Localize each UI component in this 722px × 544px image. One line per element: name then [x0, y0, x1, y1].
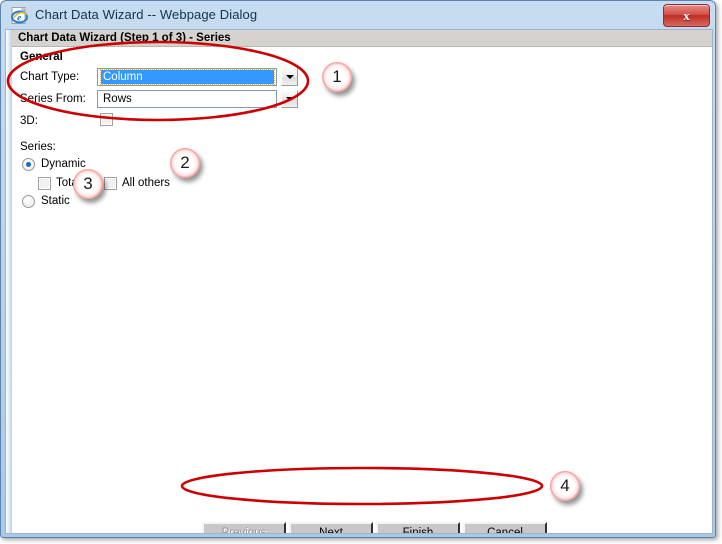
- next-button-label: Next: [319, 527, 343, 534]
- series-section-label: Series:: [20, 141, 56, 153]
- window-title: Chart Data Wizard -- Webpage Dialog: [35, 7, 258, 22]
- series-static-radio[interactable]: [22, 195, 35, 208]
- series-from-value: Rows: [103, 93, 132, 105]
- chart-type-dropdown-arrow-button[interactable]: [281, 68, 298, 86]
- annotation-badge-3-label: 3: [83, 174, 93, 193]
- wizard-form: General Chart Type: Column Series From: …: [12, 47, 712, 534]
- series-from-select[interactable]: Rows: [97, 90, 277, 108]
- three-d-checkbox[interactable]: [100, 113, 113, 126]
- chevron-down-icon: [285, 75, 294, 79]
- series-all-others-checkbox[interactable]: [104, 177, 117, 190]
- screenshot-root: e Chart Data Wizard -- Webpage Dialog x …: [0, 0, 722, 544]
- annotation-badge-1: 1: [322, 62, 352, 92]
- general-section-label: General: [20, 51, 63, 63]
- close-button[interactable]: x: [663, 4, 710, 27]
- chart-type-select[interactable]: Column: [97, 68, 277, 86]
- series-total-checkbox[interactable]: [38, 177, 51, 190]
- chevron-down-icon: [285, 97, 294, 101]
- dialog-client-area: Chart Data Wizard (Step 1 of 3) - Series…: [5, 29, 713, 534]
- previous-button[interactable]: Previous: [202, 522, 286, 534]
- next-button[interactable]: Next: [289, 522, 373, 534]
- wizard-step-header: Chart Data Wizard (Step 1 of 3) - Series: [12, 30, 712, 47]
- finish-button-label: Finish: [402, 527, 434, 534]
- annotation-badge-4-label: 4: [560, 476, 570, 495]
- annotation-badge-1-label: 1: [332, 67, 342, 86]
- cancel-button[interactable]: Cancel: [463, 522, 547, 534]
- annotation-badge-3: 3: [73, 169, 103, 199]
- chart-type-label: Chart Type:: [20, 71, 80, 83]
- close-icon: x: [683, 8, 690, 23]
- chart-type-value: Column: [100, 69, 275, 85]
- cancel-button-label: Cancel: [487, 527, 523, 534]
- annotation-badge-2: 2: [170, 148, 200, 178]
- wizard-step-title: Chart Data Wizard (Step 1 of 3) - Series: [18, 32, 231, 44]
- annotation-badge-4: 4: [550, 471, 580, 501]
- previous-button-label: Previous: [221, 527, 267, 534]
- series-from-dropdown-arrow-button[interactable]: [281, 90, 298, 108]
- internet-explorer-icon: e: [10, 6, 29, 25]
- finish-button[interactable]: Finish: [376, 522, 460, 534]
- dialog-window: e Chart Data Wizard -- Webpage Dialog x …: [0, 0, 716, 538]
- title-bar: e Chart Data Wizard -- Webpage Dialog x: [1, 1, 715, 31]
- series-from-label: Series From:: [20, 93, 86, 105]
- series-dynamic-label: Dynamic: [41, 158, 86, 170]
- series-static-label: Static: [41, 195, 70, 207]
- series-all-others-label: All others: [122, 177, 170, 189]
- series-dynamic-radio[interactable]: [22, 158, 35, 171]
- three-d-label: 3D:: [20, 115, 38, 127]
- annotation-badge-2-label: 2: [180, 153, 190, 172]
